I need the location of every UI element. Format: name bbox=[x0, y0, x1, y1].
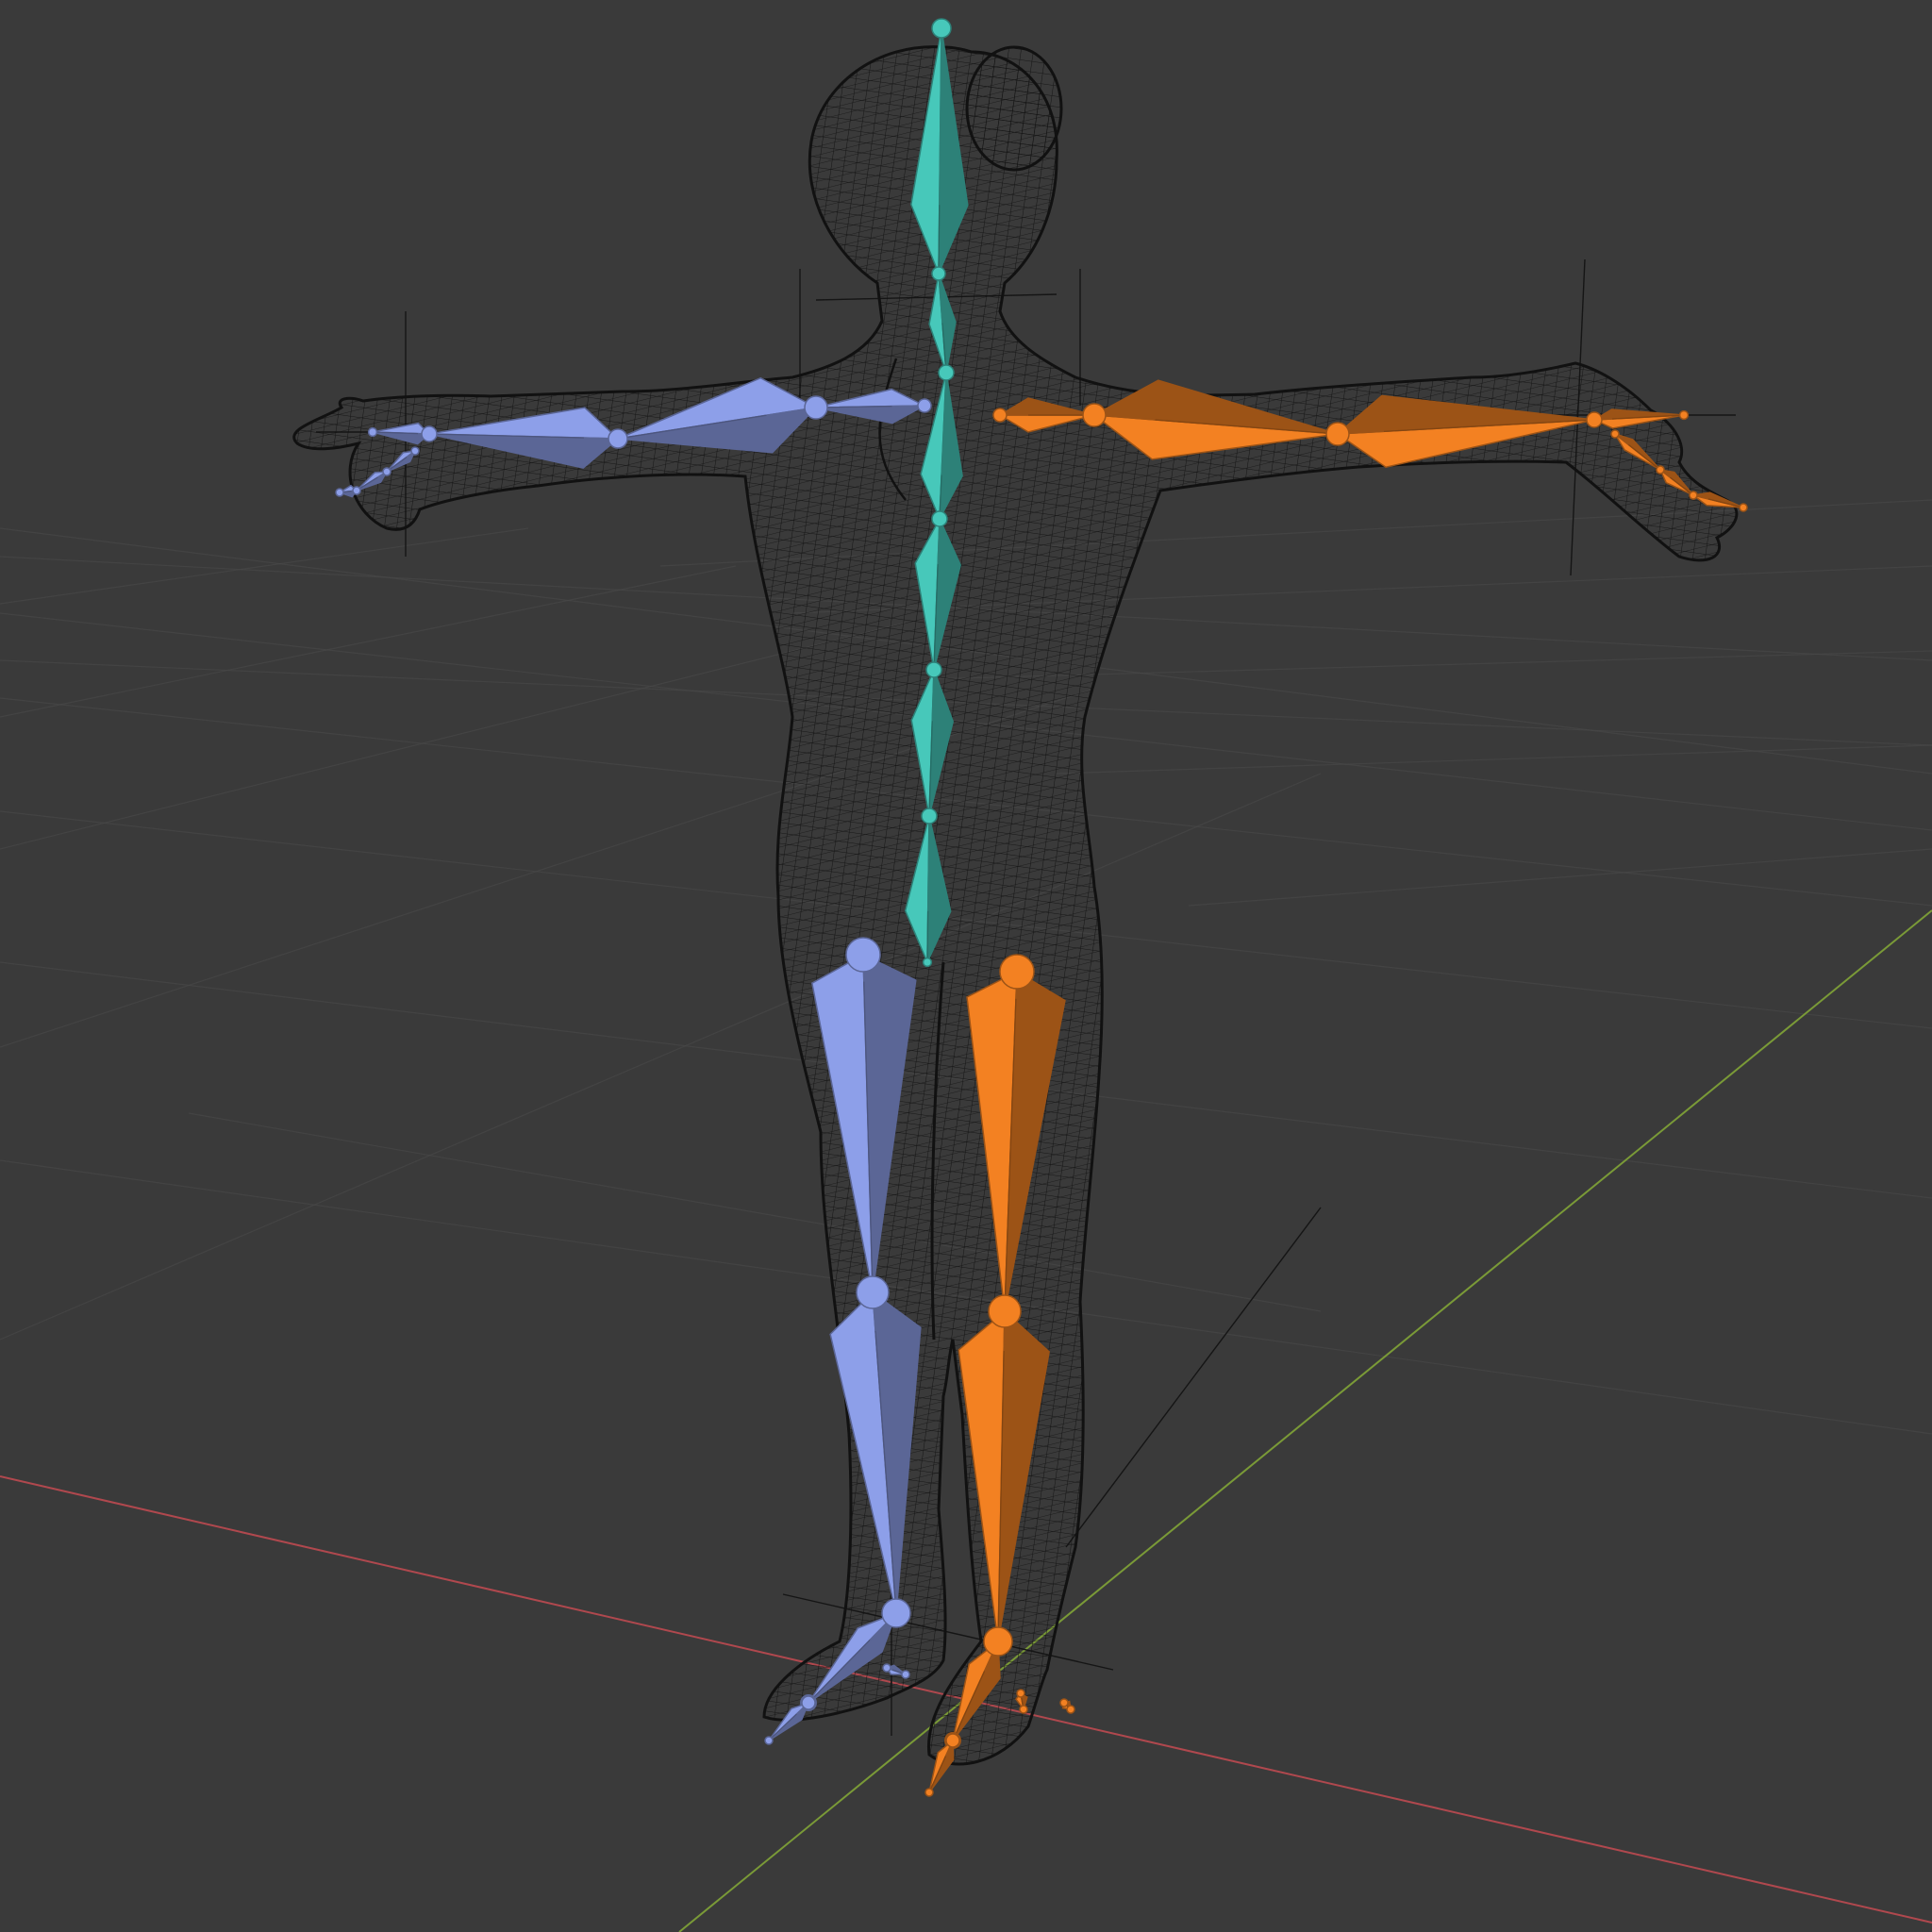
right-hand-head-joint[interactable] bbox=[1586, 411, 1603, 428]
right-finger-1-head-joint[interactable] bbox=[1610, 429, 1620, 439]
right-toe-head-joint[interactable] bbox=[945, 1733, 960, 1748]
spine-mid-head-joint[interactable] bbox=[931, 510, 948, 527]
left-finger-3-tail-joint[interactable] bbox=[335, 488, 344, 497]
3d-viewport[interactable] bbox=[0, 0, 1932, 1932]
viewport-canvas[interactable] bbox=[0, 0, 1932, 1932]
right-shin-head-joint[interactable] bbox=[988, 1294, 1022, 1328]
right-thigh-head-joint[interactable] bbox=[999, 954, 1035, 990]
right-heel-marker-head-joint[interactable] bbox=[1059, 1698, 1069, 1707]
right-heel-marker-tail-joint[interactable] bbox=[1066, 1705, 1075, 1714]
pelvis-tail-joint[interactable] bbox=[922, 957, 933, 968]
left-toe-tip-tail-joint[interactable] bbox=[901, 1670, 910, 1679]
mesh-hair-bun bbox=[965, 45, 1063, 172]
pelvis-head-joint[interactable] bbox=[921, 808, 938, 824]
left-clavicle-head-joint[interactable] bbox=[917, 398, 932, 413]
right-forearm-head-joint[interactable] bbox=[1325, 422, 1350, 446]
head-bone-edge bbox=[938, 205, 941, 275]
left-toe-tail-joint[interactable] bbox=[764, 1736, 774, 1745]
right-foot-head-joint[interactable] bbox=[983, 1626, 1013, 1657]
left-upper-arm-head-joint[interactable] bbox=[804, 395, 828, 420]
pelvis-bone-edge bbox=[926, 910, 929, 963]
right-toe-tip-tail-joint[interactable] bbox=[1019, 1705, 1028, 1714]
left-finger-3-head-joint[interactable] bbox=[352, 486, 361, 495]
right-finger-3-tail-joint[interactable] bbox=[1739, 503, 1748, 512]
right-finger-3-head-joint[interactable] bbox=[1689, 491, 1698, 500]
left-finger-1-head-joint[interactable] bbox=[410, 446, 420, 456]
left-thigh-head-joint[interactable] bbox=[845, 937, 881, 973]
left-shin-head-joint[interactable] bbox=[856, 1275, 890, 1309]
right-upper-arm-head-joint[interactable] bbox=[1082, 403, 1107, 427]
right-toe-tail-joint[interactable] bbox=[924, 1788, 934, 1797]
left-toe-head-joint[interactable] bbox=[801, 1695, 816, 1710]
head-head-joint[interactable] bbox=[931, 18, 952, 39]
spine-upper-head-joint[interactable] bbox=[938, 364, 955, 381]
left-foot-head-joint[interactable] bbox=[881, 1598, 911, 1628]
spine-lower-head-joint[interactable] bbox=[925, 661, 942, 678]
right-finger-2-head-joint[interactable] bbox=[1656, 465, 1665, 475]
right-hand-tail-joint[interactable] bbox=[1678, 409, 1690, 421]
neck-head-joint[interactable] bbox=[931, 266, 946, 281]
left-toe-tip-head-joint[interactable] bbox=[882, 1663, 891, 1673]
right-toe-tip-head-joint[interactable] bbox=[1016, 1689, 1025, 1698]
left-hand-head-joint[interactable] bbox=[421, 425, 438, 442]
right-clavicle-head-joint[interactable] bbox=[992, 408, 1008, 423]
left-finger-2-head-joint[interactable] bbox=[382, 467, 391, 476]
left-forearm-head-joint[interactable] bbox=[608, 428, 628, 449]
left-hand-tail-joint[interactable] bbox=[367, 426, 378, 438]
